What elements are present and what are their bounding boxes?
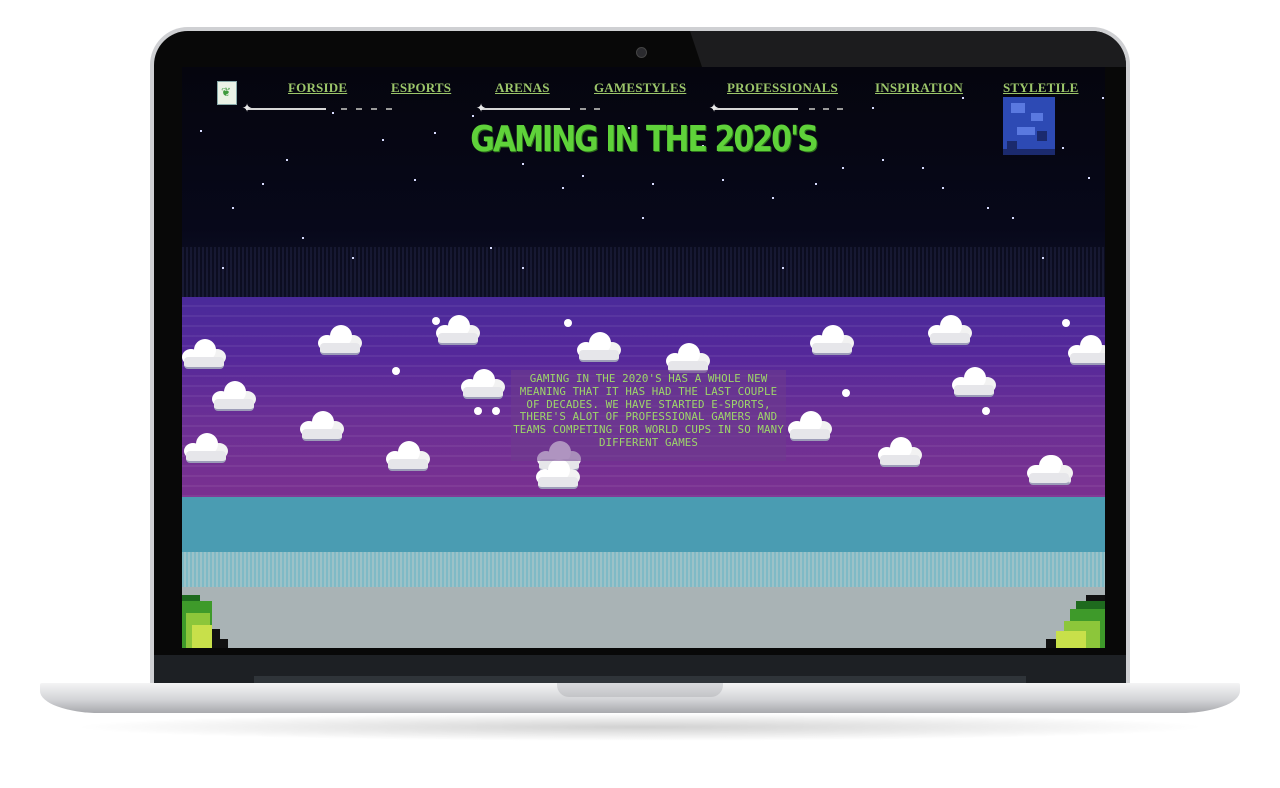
- star-icon: [232, 207, 234, 209]
- pixel-cloud-icon: [436, 315, 480, 347]
- pixel-cloud-icon: [184, 433, 228, 465]
- sparkle-divider-icon: ✦: [476, 102, 640, 114]
- star-icon: [522, 267, 524, 269]
- star-icon: [332, 112, 334, 114]
- pixel-bush-icon: [1046, 595, 1105, 648]
- nav-link-esports[interactable]: ESPORTS: [391, 80, 451, 96]
- small-cloud-icon: [392, 367, 400, 375]
- pixel-cloud-icon: [1027, 455, 1071, 487]
- star-icon: [815, 183, 817, 185]
- small-cloud-icon: [474, 407, 482, 415]
- sparkle-divider-icon: ✦: [709, 102, 853, 114]
- pixel-cloud-icon: [182, 339, 226, 371]
- star-icon: [772, 197, 774, 199]
- small-cloud-icon: [842, 389, 850, 397]
- pixel-cloud-icon: [386, 441, 430, 473]
- star-icon: [472, 115, 474, 117]
- star-icon: [872, 107, 874, 109]
- star-icon: [302, 237, 304, 239]
- small-cloud-icon: [564, 319, 572, 327]
- pixel-cloud-icon: [788, 411, 832, 443]
- webcam-icon: [636, 47, 647, 58]
- intro-text-box: GAMING IN THE 2020'S HAS A WHOLE NEW MEA…: [511, 370, 786, 461]
- small-cloud-icon: [1062, 319, 1070, 327]
- star-icon: [1088, 177, 1090, 179]
- star-icon: [490, 247, 492, 249]
- pixel-cloud-icon: [878, 437, 922, 469]
- teal-dither-band: [182, 552, 1105, 587]
- pixel-cloud-icon: [212, 381, 256, 413]
- pixel-cloud-icon: [536, 459, 580, 491]
- pixel-cloud-icon: [1068, 335, 1105, 367]
- pixel-bush-icon: [182, 595, 228, 648]
- intro-paragraph: GAMING IN THE 2020'S HAS A WHOLE NEW MEA…: [513, 372, 784, 449]
- small-cloud-icon: [492, 407, 500, 415]
- star-icon: [722, 179, 724, 181]
- star-icon: [414, 179, 416, 181]
- star-icon: [1012, 217, 1014, 219]
- pixel-cloud-icon: [577, 332, 621, 364]
- pixel-moon-icon: [1003, 97, 1055, 155]
- nav-link-professionals[interactable]: PROFESSIONALS: [727, 80, 838, 96]
- sparkle-divider-icon: ✦: [242, 102, 436, 114]
- star-icon: [262, 183, 264, 185]
- laptop-shadow: [70, 713, 1210, 741]
- star-icon: [922, 167, 924, 169]
- star-icon: [987, 207, 989, 209]
- pixel-cloud-icon: [318, 325, 362, 357]
- nav-link-inspiration[interactable]: INSPIRATION: [875, 80, 963, 96]
- star-icon: [582, 175, 584, 177]
- small-cloud-icon: [432, 317, 440, 325]
- star-icon: [782, 267, 784, 269]
- star-icon: [562, 187, 564, 189]
- sky-horizon-dither: [182, 247, 1105, 297]
- laptop-opening-notch: [557, 683, 723, 697]
- pixel-cloud-icon: [300, 411, 344, 443]
- star-icon: [1042, 257, 1044, 259]
- pixel-cloud-icon: [461, 369, 505, 401]
- pixel-cloud-icon: [952, 367, 996, 399]
- star-icon: [842, 167, 844, 169]
- main-navigation: FORSIDE ESPORTS ARENAS GAMESTYLES PROFES…: [182, 80, 1105, 100]
- small-cloud-icon: [982, 407, 990, 415]
- website-screen: ❦ FORSIDE ESPORTS ARENAS GAMESTYLES PROF…: [182, 67, 1105, 648]
- nav-link-forside[interactable]: FORSIDE: [288, 80, 347, 96]
- star-icon: [222, 267, 224, 269]
- star-icon: [642, 217, 644, 219]
- nav-link-gamestyles[interactable]: GAMESTYLES: [594, 80, 686, 96]
- star-icon: [942, 187, 944, 189]
- pixel-cloud-icon: [810, 325, 854, 357]
- page-title: GAMING IN THE 2020'S: [470, 119, 819, 161]
- gray-ground-band: [182, 587, 1105, 648]
- bezel-reflection: [690, 31, 1126, 67]
- star-icon: [352, 257, 354, 259]
- pixel-cloud-icon: [928, 315, 972, 347]
- nav-link-arenas[interactable]: ARENAS: [495, 80, 550, 96]
- star-icon: [522, 163, 524, 165]
- star-icon: [652, 183, 654, 185]
- nav-link-styletile[interactable]: STYLETILE: [1003, 80, 1079, 96]
- teal-sea-band: [182, 497, 1105, 552]
